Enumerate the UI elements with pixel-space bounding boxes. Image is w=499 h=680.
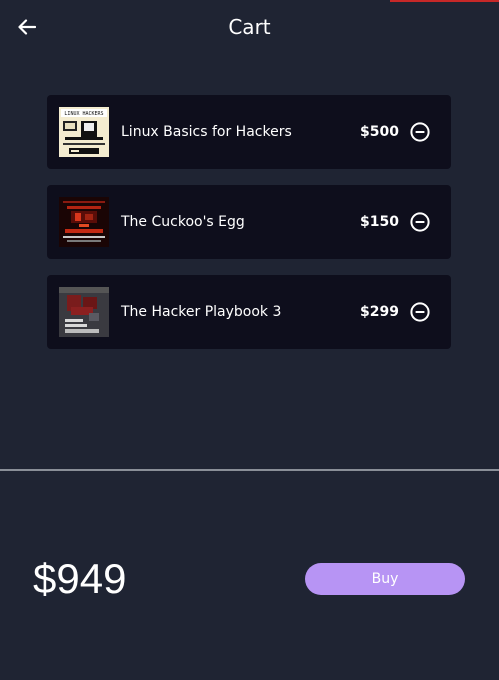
item-price: $500 [360,124,399,140]
cart-total: $949 [33,555,127,602]
book-cover-image: LINUX HACKERS [59,107,109,157]
book-cover-image [59,287,109,337]
book-cover-image [59,197,109,247]
app-bar: Cart [0,0,499,54]
item-price: $299 [360,304,399,320]
minus-circle-icon[interactable] [409,211,431,233]
page-title: Cart [228,15,271,39]
cart-item[interactable]: LINUX HACKERS Linux Basics for Hackers $… [47,95,451,169]
svg-text:LINUX HACKERS: LINUX HACKERS [64,111,103,117]
item-title: The Cuckoo's Egg [121,214,245,230]
item-price: $150 [360,214,399,230]
cart-item[interactable]: The Hacker Playbook 3 $299 [47,275,451,349]
minus-circle-icon[interactable] [409,301,431,323]
buy-button[interactable]: Buy [305,563,465,595]
cart-item[interactable]: The Cuckoo's Egg $150 [47,185,451,259]
item-title: Linux Basics for Hackers [121,124,292,140]
item-title: The Hacker Playbook 3 [121,304,282,320]
divider [0,469,499,471]
cart-list: LINUX HACKERS Linux Basics for Hackers $… [47,95,451,365]
minus-circle-icon[interactable] [409,121,431,143]
